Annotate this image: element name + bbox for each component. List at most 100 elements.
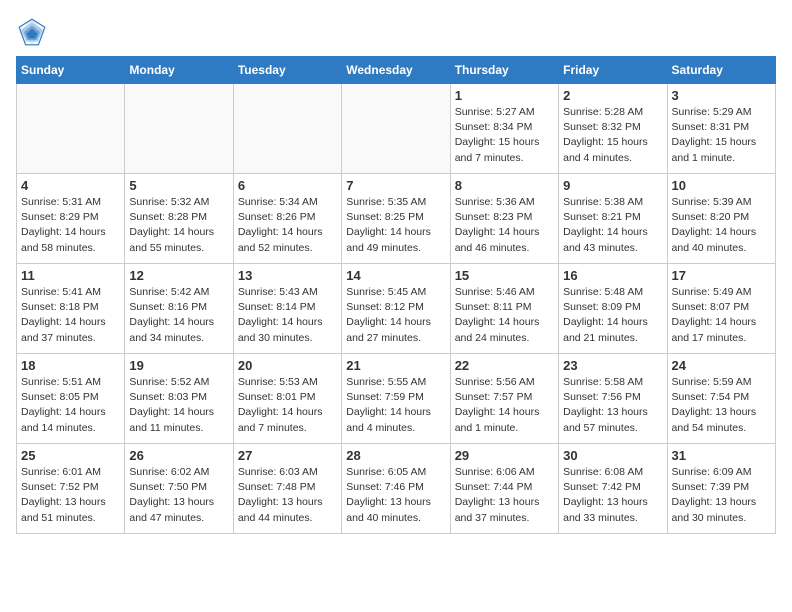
day-info: Sunrise: 5:46 AM Sunset: 8:11 PM Dayligh… [455,285,554,346]
day-info: Sunrise: 5:43 AM Sunset: 8:14 PM Dayligh… [238,285,337,346]
calendar-header-row: SundayMondayTuesdayWednesdayThursdayFrid… [17,57,776,84]
day-info: Sunrise: 5:56 AM Sunset: 7:57 PM Dayligh… [455,375,554,436]
calendar-cell: 20 Sunrise: 5:53 AM Sunset: 8:01 PM Dayli… [233,354,341,444]
calendar-cell [342,84,450,174]
calendar-cell: 7Sunrise: 5:35 AM Sunset: 8:25 PM Daylig… [342,174,450,264]
week-row-3: 11Sunrise: 5:41 AM Sunset: 8:18 PM Dayli… [17,264,776,354]
calendar-cell: 28 Sunrise: 6:05 AM Sunset: 7:46 PM Dayli… [342,444,450,534]
day-number: 2 [563,88,662,103]
day-info: Sunrise: 5:49 AM Sunset: 8:07 PM Dayligh… [672,285,771,346]
day-number: 24 [672,358,771,373]
calendar-cell: 19 Sunrise: 5:52 AM Sunset: 8:03 PM Dayli… [125,354,233,444]
day-number: 3 [672,88,771,103]
calendar-cell: 6Sunrise: 5:34 AM Sunset: 8:26 PM Daylig… [233,174,341,264]
day-number: 31 [672,448,771,463]
day-info: Sunrise: 5:53 AM Sunset: 8:01 PM Dayligh… [238,375,337,436]
day-number: 1 [455,88,554,103]
day-info: Sunrise: 6:05 AM Sunset: 7:46 PM Dayligh… [346,465,445,526]
day-info: Sunrise: 5:45 AM Sunset: 8:12 PM Dayligh… [346,285,445,346]
day-number: 18 [21,358,120,373]
day-info: Sunrise: 5:58 AM Sunset: 7:56 PM Dayligh… [563,375,662,436]
calendar-cell: 5 Sunrise: 5:32 AM Sunset: 8:28 PM Daylig… [125,174,233,264]
day-number: 15 [455,268,554,283]
day-info: Sunrise: 5:38 AM Sunset: 8:21 PM Dayligh… [563,195,662,256]
day-number: 29 [455,448,554,463]
day-header-friday: Friday [559,57,667,84]
calendar-cell: 14 Sunrise: 5:45 AM Sunset: 8:12 PM Dayli… [342,264,450,354]
day-info: Sunrise: 6:02 AM Sunset: 7:50 PM Dayligh… [129,465,228,526]
calendar-cell: 16Sunrise: 5:48 AM Sunset: 8:09 PM Dayli… [559,264,667,354]
day-number: 27 [238,448,337,463]
day-info: Sunrise: 6:06 AM Sunset: 7:44 PM Dayligh… [455,465,554,526]
day-header-wednesday: Wednesday [342,57,450,84]
calendar-cell: 2Sunrise: 5:28 AM Sunset: 8:32 PM Daylig… [559,84,667,174]
calendar-cell: 22Sunrise: 5:56 AM Sunset: 7:57 PM Dayli… [450,354,558,444]
calendar-cell: 25 Sunrise: 6:01 AM Sunset: 7:52 PM Dayli… [17,444,125,534]
day-number: 13 [238,268,337,283]
day-info: Sunrise: 6:01 AM Sunset: 7:52 PM Dayligh… [21,465,120,526]
day-info: Sunrise: 5:27 AM Sunset: 8:34 PM Dayligh… [455,105,554,166]
day-header-tuesday: Tuesday [233,57,341,84]
day-number: 12 [129,268,228,283]
week-row-5: 25 Sunrise: 6:01 AM Sunset: 7:52 PM Dayli… [17,444,776,534]
calendar-cell: 3 Sunrise: 5:29 AM Sunset: 8:31 PM Daylig… [667,84,775,174]
day-number: 7 [346,178,445,193]
logo [16,16,52,48]
calendar-cell: 21Sunrise: 5:55 AM Sunset: 7:59 PM Dayli… [342,354,450,444]
calendar-cell: 27 Sunrise: 6:03 AM Sunset: 7:48 PM Dayli… [233,444,341,534]
day-number: 5 [129,178,228,193]
calendar-cell: 17 Sunrise: 5:49 AM Sunset: 8:07 PM Dayli… [667,264,775,354]
calendar-cell: 12 Sunrise: 5:42 AM Sunset: 8:16 PM Dayli… [125,264,233,354]
day-info: Sunrise: 5:32 AM Sunset: 8:28 PM Dayligh… [129,195,228,256]
day-info: Sunrise: 5:52 AM Sunset: 8:03 PM Dayligh… [129,375,228,436]
calendar-cell: 24 Sunrise: 5:59 AM Sunset: 7:54 PM Dayli… [667,354,775,444]
day-info: Sunrise: 5:34 AM Sunset: 8:26 PM Dayligh… [238,195,337,256]
calendar-cell [233,84,341,174]
day-info: Sunrise: 5:29 AM Sunset: 8:31 PM Dayligh… [672,105,771,166]
page-header [16,16,776,48]
day-number: 10 [672,178,771,193]
day-info: Sunrise: 5:51 AM Sunset: 8:05 PM Dayligh… [21,375,120,436]
calendar-table: SundayMondayTuesdayWednesdayThursdayFrid… [16,56,776,534]
day-number: 30 [563,448,662,463]
day-info: Sunrise: 5:36 AM Sunset: 8:23 PM Dayligh… [455,195,554,256]
calendar-cell: 15 Sunrise: 5:46 AM Sunset: 8:11 PM Dayli… [450,264,558,354]
calendar-cell: 18 Sunrise: 5:51 AM Sunset: 8:05 PM Dayli… [17,354,125,444]
day-number: 14 [346,268,445,283]
calendar-cell: 31 Sunrise: 6:09 AM Sunset: 7:39 PM Dayli… [667,444,775,534]
calendar-cell: 23 Sunrise: 5:58 AM Sunset: 7:56 PM Dayli… [559,354,667,444]
day-number: 16 [563,268,662,283]
calendar-cell: 4Sunrise: 5:31 AM Sunset: 8:29 PM Daylig… [17,174,125,264]
calendar-cell: 9Sunrise: 5:38 AM Sunset: 8:21 PM Daylig… [559,174,667,264]
day-info: Sunrise: 6:09 AM Sunset: 7:39 PM Dayligh… [672,465,771,526]
week-row-4: 18 Sunrise: 5:51 AM Sunset: 8:05 PM Dayli… [17,354,776,444]
calendar-cell: 30 Sunrise: 6:08 AM Sunset: 7:42 PM Dayli… [559,444,667,534]
calendar-cell: 13 Sunrise: 5:43 AM Sunset: 8:14 PM Dayli… [233,264,341,354]
day-header-saturday: Saturday [667,57,775,84]
week-row-2: 4Sunrise: 5:31 AM Sunset: 8:29 PM Daylig… [17,174,776,264]
calendar-cell: 1 Sunrise: 5:27 AM Sunset: 8:34 PM Daylig… [450,84,558,174]
calendar-cell [125,84,233,174]
logo-icon [16,16,48,48]
day-info: Sunrise: 5:55 AM Sunset: 7:59 PM Dayligh… [346,375,445,436]
day-number: 25 [21,448,120,463]
day-number: 23 [563,358,662,373]
day-info: Sunrise: 6:08 AM Sunset: 7:42 PM Dayligh… [563,465,662,526]
calendar-cell [17,84,125,174]
calendar-cell: 11Sunrise: 5:41 AM Sunset: 8:18 PM Dayli… [17,264,125,354]
calendar-cell: 10 Sunrise: 5:39 AM Sunset: 8:20 PM Dayli… [667,174,775,264]
calendar-cell: 26 Sunrise: 6:02 AM Sunset: 7:50 PM Dayli… [125,444,233,534]
day-info: Sunrise: 5:39 AM Sunset: 8:20 PM Dayligh… [672,195,771,256]
day-info: Sunrise: 5:59 AM Sunset: 7:54 PM Dayligh… [672,375,771,436]
day-header-monday: Monday [125,57,233,84]
day-number: 8 [455,178,554,193]
day-number: 26 [129,448,228,463]
day-info: Sunrise: 6:03 AM Sunset: 7:48 PM Dayligh… [238,465,337,526]
week-row-1: 1 Sunrise: 5:27 AM Sunset: 8:34 PM Daylig… [17,84,776,174]
day-info: Sunrise: 5:42 AM Sunset: 8:16 PM Dayligh… [129,285,228,346]
day-number: 17 [672,268,771,283]
day-number: 19 [129,358,228,373]
day-number: 28 [346,448,445,463]
day-header-sunday: Sunday [17,57,125,84]
day-number: 20 [238,358,337,373]
